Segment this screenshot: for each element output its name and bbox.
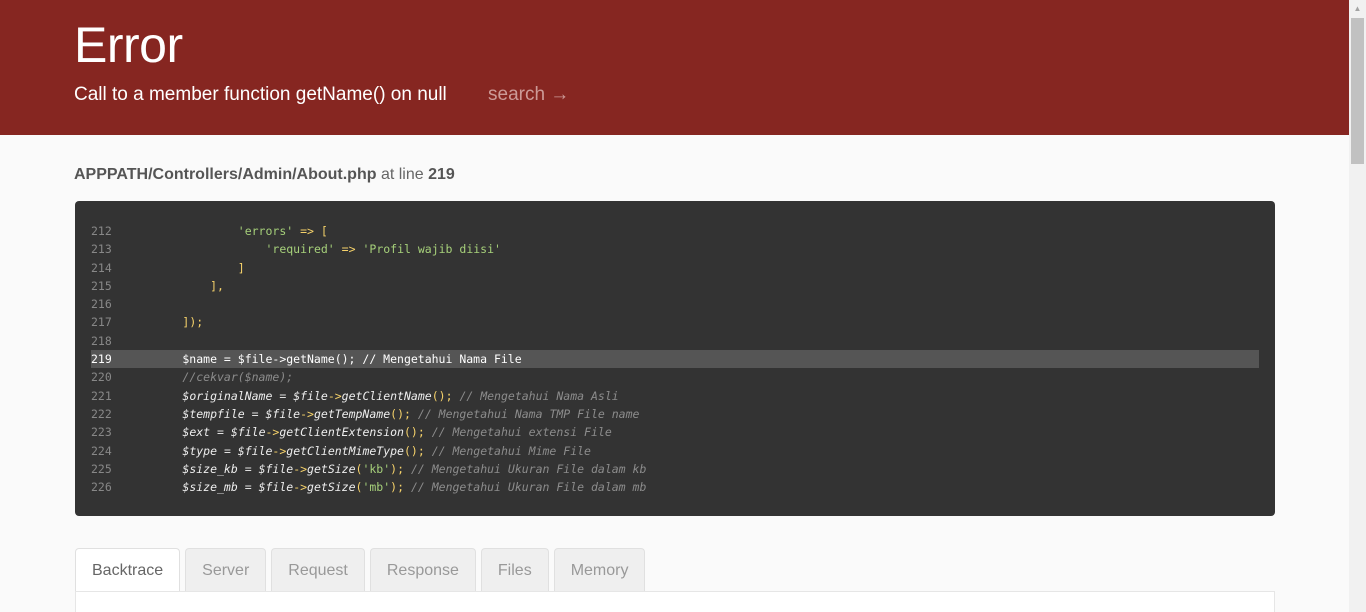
code-text: $ext = $file->getClientExtension(); // M… xyxy=(182,425,612,440)
line-number-gutter: 222 xyxy=(91,406,112,421)
line-number: 219 xyxy=(428,166,455,183)
code-line: 225 $size_kb = $file->getSize('kb'); // … xyxy=(91,460,1259,478)
code-text: $size_mb = $file->getSize('mb'); // Meng… xyxy=(182,480,647,495)
code-text: ] xyxy=(237,260,245,275)
code-line: 216 xyxy=(91,295,1259,313)
code-text: $type = $file->getClientMimeType(); // M… xyxy=(182,443,591,458)
file-path: APPPATH/Controllers/Admin/About.php xyxy=(74,166,377,183)
code-text: $size_kb = $file->getSize('kb'); // Meng… xyxy=(182,461,647,476)
tab-memory[interactable]: Memory xyxy=(553,548,646,592)
line-number-gutter: 225 xyxy=(91,461,112,476)
tab-response[interactable]: Response xyxy=(369,548,476,592)
location-at-text: at line xyxy=(376,166,429,183)
code-text: 'errors' => [ xyxy=(237,224,328,238)
tab-files[interactable]: Files xyxy=(480,548,549,592)
code-line: 221 $originalName = $file->getClientName… xyxy=(91,387,1259,405)
tab-panel xyxy=(75,591,1275,612)
line-number-gutter: 223 xyxy=(91,425,112,440)
code-text: ], xyxy=(210,278,224,293)
error-title: Error xyxy=(74,17,183,73)
line-number-gutter: 213 xyxy=(91,242,112,257)
code-text: $name = $file->getName(); // Mengetahui … xyxy=(127,352,522,367)
line-number-gutter: 212 xyxy=(91,224,112,238)
tab-request[interactable]: Request xyxy=(271,548,365,592)
scroll-thumb[interactable] xyxy=(1351,18,1364,164)
line-number-gutter: 226 xyxy=(91,480,112,495)
code-line: 212 'errors' => [ xyxy=(91,222,1259,240)
code-line: 226 $size_mb = $file->getSize('mb'); // … xyxy=(91,478,1259,496)
code-text: $tempfile = $file->getTempName(); // Men… xyxy=(182,406,640,421)
line-number-gutter: 224 xyxy=(91,443,112,458)
source-code-block: 212 'errors' => [213 'required' => 'Prof… xyxy=(75,201,1275,516)
scroll-up-arrow-icon[interactable]: ▲ xyxy=(1349,0,1366,17)
code-line: 213 'required' => 'Profil wajib diisi' xyxy=(91,240,1259,258)
code-text: $originalName = $file->getClientName(); … xyxy=(182,388,619,403)
code-line: 223 $ext = $file->getClientExtension(); … xyxy=(91,423,1259,441)
code-line: 222 $tempfile = $file->getTempName(); //… xyxy=(91,405,1259,423)
error-message: Call to a member function getName() on n… xyxy=(74,84,447,105)
vertical-scrollbar[interactable]: ▲ xyxy=(1349,0,1366,612)
tab-backtrace[interactable]: Backtrace xyxy=(75,548,181,592)
line-number-gutter: 219 xyxy=(91,352,112,367)
line-number-gutter: 221 xyxy=(91,388,112,403)
code-line: 215 ], xyxy=(91,277,1259,295)
line-number-gutter: 215 xyxy=(91,278,112,293)
line-number-gutter: 220 xyxy=(91,370,112,385)
error-header: Error Call to a member function getName(… xyxy=(0,0,1349,135)
code-line: 214 ] xyxy=(91,259,1259,277)
code-text: //cekvar($name); xyxy=(182,370,294,385)
error-location: APPPATH/Controllers/Admin/About.php at l… xyxy=(74,166,455,184)
code-line-highlighted: 219 $name = $file->getName(); // Mengeta… xyxy=(91,350,1259,369)
tab-bar: Backtrace Server Request Response Files Memor… xyxy=(75,548,646,592)
line-number-gutter: 214 xyxy=(91,260,112,275)
line-number-gutter: 217 xyxy=(91,315,112,330)
code-line: 218 xyxy=(91,332,1259,350)
code-line: 220 //cekvar($name); xyxy=(91,368,1259,386)
search-link[interactable]: search → xyxy=(488,84,569,106)
code-text: ]); xyxy=(182,315,204,330)
line-number-gutter: 216 xyxy=(91,297,112,312)
code-line: 224 $type = $file->getClientMimeType(); … xyxy=(91,442,1259,460)
code-text: 'required' => 'Profil wajib diisi' xyxy=(265,242,501,257)
code-line: 217 ]); xyxy=(91,313,1259,331)
line-number-gutter: 218 xyxy=(91,333,112,348)
tab-server[interactable]: Server xyxy=(185,548,267,592)
